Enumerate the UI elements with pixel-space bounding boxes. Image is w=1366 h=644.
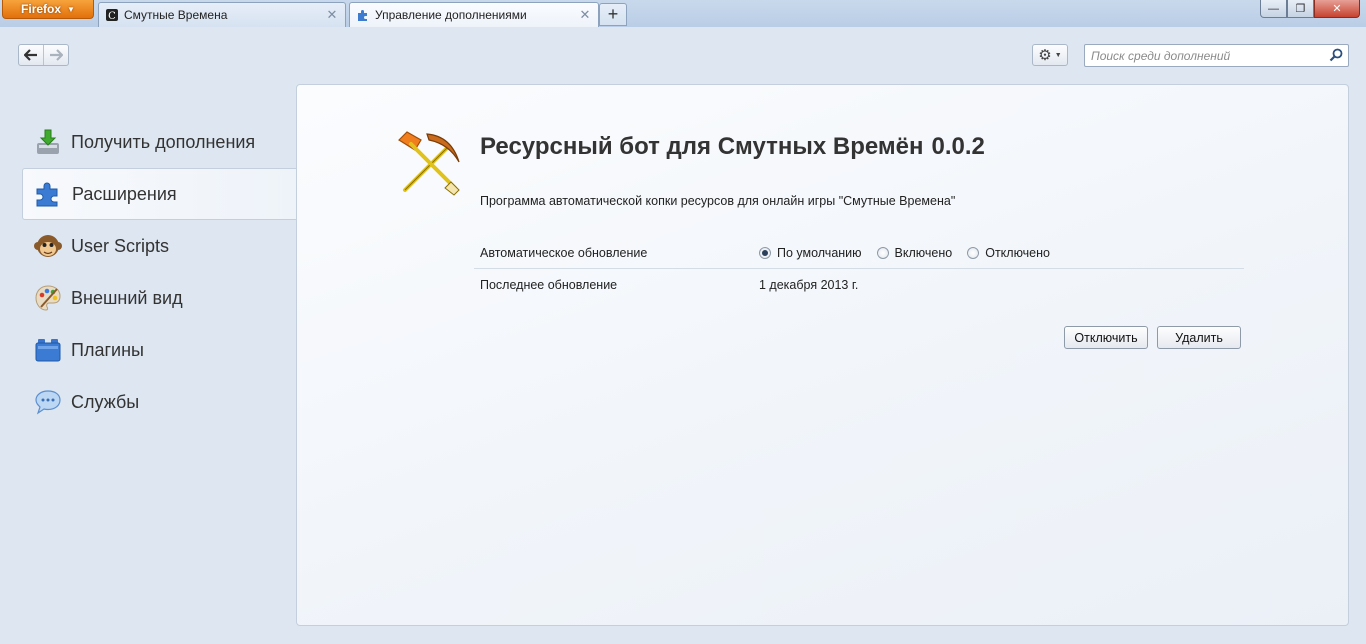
radio-default[interactable]: По умолчанию xyxy=(759,246,862,260)
chat-bubble-icon xyxy=(33,387,63,417)
maximize-button[interactable]: ❐ xyxy=(1287,0,1314,18)
close-tab-icon[interactable]: ✕ xyxy=(578,7,592,23)
addon-name: Ресурсный бот для Смутных Времён xyxy=(480,133,924,160)
auto-update-label: Автоматическое обновление xyxy=(480,246,648,260)
radio-unselected-icon xyxy=(876,247,889,259)
tab-strip: Firefox ▼ С Смутные Времена ✕ Управление… xyxy=(0,0,1366,27)
radio-label: Отключено xyxy=(985,246,1050,260)
last-update-label: Последнее обновление xyxy=(480,277,618,292)
search-icon[interactable] xyxy=(1329,48,1343,62)
back-button[interactable] xyxy=(19,45,43,65)
svg-text:С: С xyxy=(108,11,116,22)
disable-button[interactable]: Отключить xyxy=(1064,326,1148,349)
close-window-button[interactable]: ✕ xyxy=(1314,0,1360,18)
radio-enabled[interactable]: Включено xyxy=(876,246,953,260)
sidebar-item-label: Получить дополнения xyxy=(71,131,256,152)
radio-label: Включено xyxy=(894,246,953,260)
monkey-icon xyxy=(33,231,63,261)
sidebar-item-extensions[interactable]: Расширения xyxy=(22,168,297,220)
forward-button[interactable] xyxy=(43,45,68,65)
sidebar-item-get-addons[interactable]: Получить дополнения xyxy=(22,116,297,168)
chevron-down-icon: ▼ xyxy=(67,4,75,14)
sidebar-item-label: Внешний вид xyxy=(71,287,183,308)
addon-description: Программа автоматической копки ресурсов … xyxy=(480,194,956,208)
addon-version: 0.0.2 xyxy=(931,133,985,160)
addon-detail-panel: Ресурсный бот для Смутных Времён 0.0.2 Пр… xyxy=(296,84,1349,626)
addon-title: Ресурсный бот для Смутных Времён 0.0.2 xyxy=(480,133,985,161)
sidebar-item-plugins[interactable]: Плагины xyxy=(22,324,297,376)
new-tab-button[interactable]: + xyxy=(599,3,627,26)
puzzle-icon xyxy=(34,179,64,209)
tab-addons-manager[interactable]: Управление дополнениями ✕ xyxy=(349,2,599,27)
pickaxe-shovel-icon xyxy=(398,131,460,196)
sidebar-item-label: Плагины xyxy=(71,339,144,360)
last-update-row: Последнее обновление 1 декабря 2013 г. xyxy=(474,269,1244,300)
gear-icon: ⚙ xyxy=(1038,47,1052,64)
tools-menu-button[interactable]: ⚙ ▼ xyxy=(1032,44,1068,66)
sidebar-item-services[interactable]: Службы xyxy=(22,376,297,428)
site-favicon-icon: С xyxy=(106,9,118,22)
back-arrow-icon xyxy=(24,49,38,61)
window-controls: — ❐ ✕ xyxy=(1260,0,1360,18)
last-update-value: 1 декабря 2013 г. xyxy=(759,277,859,292)
categories-sidebar: Получить дополнения Расширения User Scri… xyxy=(22,116,297,428)
tab-title: Смутные Времена xyxy=(124,8,228,22)
download-icon xyxy=(33,127,63,157)
sidebar-item-label: Службы xyxy=(71,391,140,412)
sidebar-item-user-scripts[interactable]: User Scripts xyxy=(22,220,297,272)
radio-label: По умолчанию xyxy=(777,246,862,260)
auto-update-radio-group: По умолчанию Включено Отключено xyxy=(759,246,1050,260)
palette-icon xyxy=(33,283,63,313)
minimize-button[interactable]: — xyxy=(1260,0,1287,18)
chevron-down-icon: ▼ xyxy=(1054,51,1062,59)
navigation-buttons xyxy=(18,44,69,66)
remove-button[interactable]: Удалить xyxy=(1157,326,1241,349)
sidebar-item-label: Расширения xyxy=(72,183,177,204)
radio-disabled[interactable]: Отключено xyxy=(967,246,1050,260)
puzzle-icon xyxy=(358,10,367,21)
search-input[interactable] xyxy=(1085,45,1320,66)
close-tab-icon[interactable]: ✕ xyxy=(325,7,339,23)
sidebar-item-label: User Scripts xyxy=(71,235,170,256)
tab-title: Управление дополнениями xyxy=(375,8,527,22)
lego-block-icon xyxy=(33,335,63,365)
forward-arrow-icon xyxy=(50,49,64,61)
addon-search-box xyxy=(1084,44,1349,67)
auto-update-row: Автоматическое обновление По умолчанию В… xyxy=(474,238,1244,269)
tab-smutnye-vremena[interactable]: С Смутные Времена ✕ xyxy=(98,2,346,27)
firefox-menu-label: Firefox xyxy=(21,2,62,16)
radio-unselected-icon xyxy=(967,247,980,259)
radio-selected-icon xyxy=(759,247,771,259)
firefox-menu-button[interactable]: Firefox ▼ xyxy=(2,0,94,19)
sidebar-item-appearance[interactable]: Внешний вид xyxy=(22,272,297,324)
